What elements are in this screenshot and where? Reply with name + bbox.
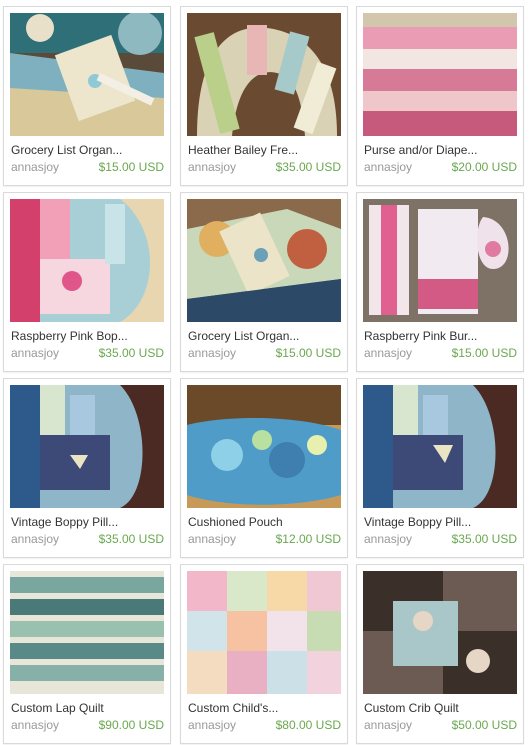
listing-price: $35.00 USD — [451, 532, 517, 546]
listing-image[interactable] — [10, 385, 164, 508]
listing-card[interactable]: Purse and/or Diape... annasjoy $20.00 US… — [356, 6, 524, 186]
listing-title[interactable]: Custom Crib Quilt — [364, 701, 518, 715]
listing-grid: Grocery List Organ... annasjoy $15.00 US… — [0, 0, 530, 745]
listing-price: $12.00 USD — [275, 532, 341, 546]
listing-image[interactable] — [363, 571, 517, 694]
listing-card[interactable]: Custom Child's... annasjoy $80.00 USD — [180, 564, 348, 744]
listing-title[interactable]: Purse and/or Diape... — [364, 143, 518, 157]
shop-name[interactable]: annasjoy — [188, 532, 236, 546]
listing-price: $15.00 USD — [275, 346, 341, 360]
shop-name[interactable]: annasjoy — [364, 346, 412, 360]
listing-title[interactable]: Raspberry Pink Bur... — [364, 329, 518, 343]
listing-image[interactable] — [363, 13, 517, 136]
listing-image[interactable] — [363, 199, 517, 322]
listing-price: $35.00 USD — [275, 160, 341, 174]
listing-card[interactable]: Raspberry Pink Bop... annasjoy $35.00 US… — [3, 192, 171, 372]
shop-name[interactable]: annasjoy — [11, 532, 59, 546]
listing-price: $15.00 USD — [451, 346, 517, 360]
listing-image[interactable] — [363, 385, 517, 508]
listing-card[interactable]: Grocery List Organ... annasjoy $15.00 US… — [3, 6, 171, 186]
listing-title[interactable]: Cushioned Pouch — [188, 515, 342, 529]
listing-price: $90.00 USD — [98, 718, 164, 732]
listing-card[interactable]: Grocery List Organ... annasjoy $15.00 US… — [180, 192, 348, 372]
listing-title[interactable]: Grocery List Organ... — [188, 329, 342, 343]
listing-card[interactable]: Custom Lap Quilt annasjoy $90.00 USD — [3, 564, 171, 744]
listing-card[interactable]: Cushioned Pouch annasjoy $12.00 USD — [180, 378, 348, 558]
shop-name[interactable]: annasjoy — [11, 718, 59, 732]
listing-price: $20.00 USD — [451, 160, 517, 174]
listing-price: $80.00 USD — [275, 718, 341, 732]
listing-image[interactable] — [10, 13, 164, 136]
listing-card[interactable]: Vintage Boppy Pill... annasjoy $35.00 US… — [356, 378, 524, 558]
listing-image[interactable] — [187, 13, 341, 136]
shop-name[interactable]: annasjoy — [364, 532, 412, 546]
listing-image[interactable] — [187, 571, 341, 694]
listing-title[interactable]: Raspberry Pink Bop... — [11, 329, 165, 343]
listing-card[interactable]: Raspberry Pink Bur... annasjoy $15.00 US… — [356, 192, 524, 372]
listing-title[interactable]: Grocery List Organ... — [11, 143, 165, 157]
listing-price: $15.00 USD — [98, 160, 164, 174]
listing-card[interactable]: Custom Crib Quilt annasjoy $50.00 USD — [356, 564, 524, 744]
listing-card[interactable]: Heather Bailey Fre... annasjoy $35.00 US… — [180, 6, 348, 186]
listing-image[interactable] — [187, 385, 341, 508]
listing-title[interactable]: Vintage Boppy Pill... — [11, 515, 165, 529]
shop-name[interactable]: annasjoy — [11, 346, 59, 360]
listing-price: $50.00 USD — [451, 718, 517, 732]
listing-title[interactable]: Heather Bailey Fre... — [188, 143, 342, 157]
listing-title[interactable]: Vintage Boppy Pill... — [364, 515, 518, 529]
shop-name[interactable]: annasjoy — [11, 160, 59, 174]
shop-name[interactable]: annasjoy — [364, 160, 412, 174]
listing-title[interactable]: Custom Child's... — [188, 701, 342, 715]
shop-name[interactable]: annasjoy — [188, 160, 236, 174]
listing-image[interactable] — [187, 199, 341, 322]
shop-name[interactable]: annasjoy — [188, 346, 236, 360]
shop-name[interactable]: annasjoy — [188, 718, 236, 732]
listing-price: $35.00 USD — [98, 532, 164, 546]
listing-price: $35.00 USD — [98, 346, 164, 360]
shop-name[interactable]: annasjoy — [364, 718, 412, 732]
listing-image[interactable] — [10, 571, 164, 694]
listing-title[interactable]: Custom Lap Quilt — [11, 701, 165, 715]
listing-card[interactable]: Vintage Boppy Pill... annasjoy $35.00 US… — [3, 378, 171, 558]
listing-image[interactable] — [10, 199, 164, 322]
